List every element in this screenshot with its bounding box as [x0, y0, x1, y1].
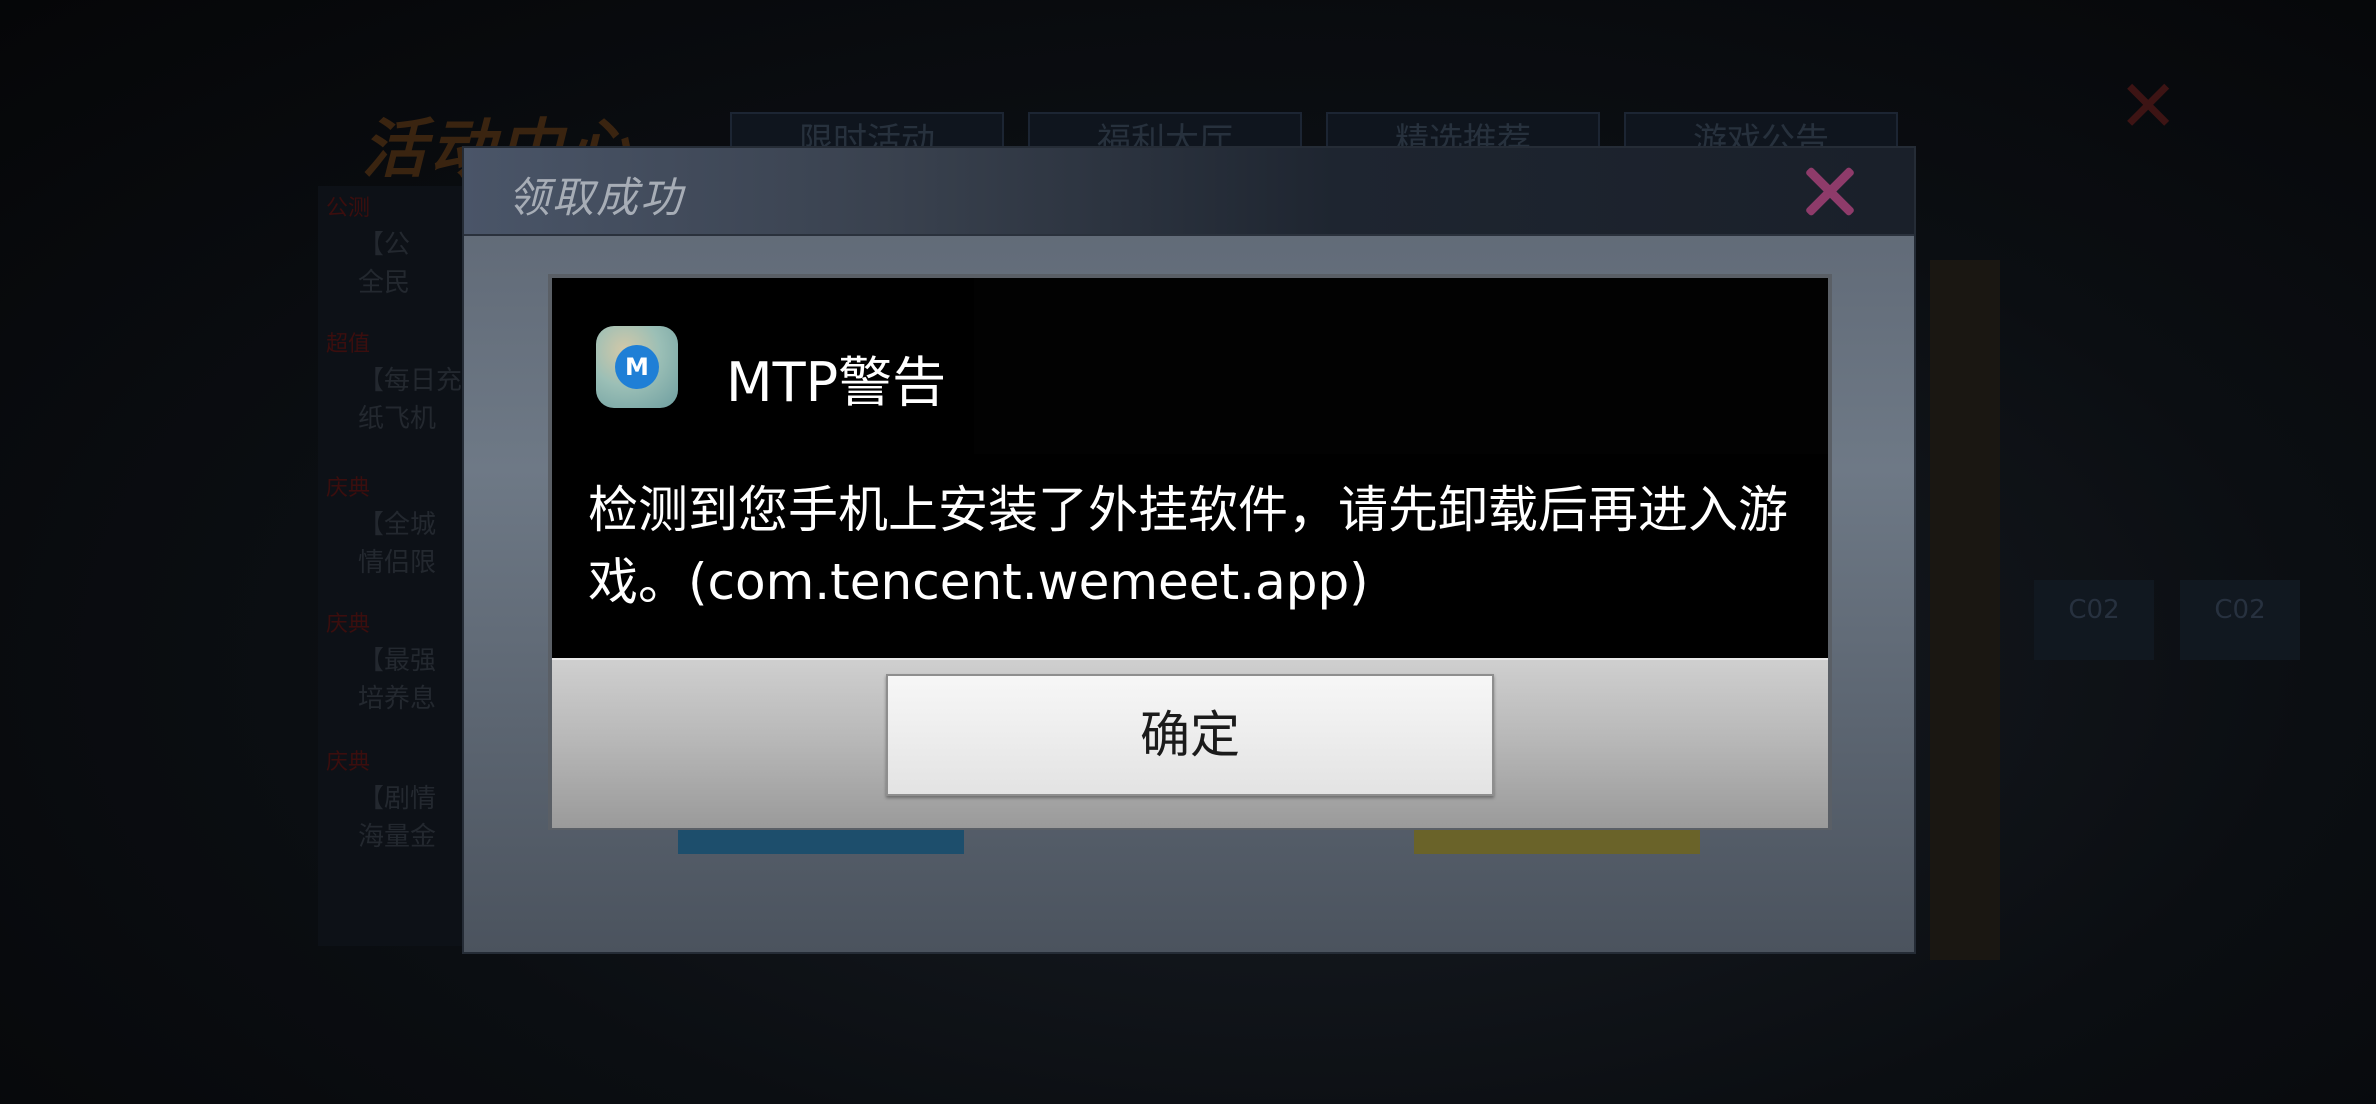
claim-success-header: 领取成功 [464, 148, 1914, 236]
mtp-warning-title: MTP警告 [726, 351, 947, 414]
mtp-warning-dialog: M MTP警告 检测到您手机上安装了外挂软件，请先卸载后再进入游戏。(com.t… [548, 274, 1832, 830]
activity-badge: 庆典 [326, 476, 371, 501]
mtp-warning-footer: 确定 [552, 658, 1828, 828]
activity-line: 培养息 [358, 684, 437, 714]
activity-line: 【全城 [358, 510, 437, 540]
activity-badge: 超值 [326, 332, 371, 357]
activity-line: 【每日充 [358, 366, 463, 396]
claim-success-title: 领取成功 [508, 173, 685, 222]
background-crate: C02 [2180, 580, 2300, 660]
mtp-warning-header: M MTP警告 [552, 278, 1828, 454]
mtp-logo-glyph: M [625, 353, 649, 381]
activity-line: 情侣限 [358, 548, 437, 578]
activity-badge: 庆典 [326, 750, 371, 775]
background-crate: C02 [2034, 580, 2154, 660]
mtp-logo-icon: M [615, 345, 659, 389]
background-close-icon: ✕ [2118, 64, 2179, 148]
mtp-header-fill [974, 278, 1828, 454]
activity-line: 全民 [358, 268, 411, 298]
activity-badge: 公测 [326, 196, 371, 221]
activity-line: 【公 [358, 230, 411, 260]
close-icon[interactable] [1794, 156, 1864, 226]
background-pillar [1930, 260, 2000, 960]
activity-line: 【剧情 [358, 784, 437, 814]
activity-badge: 庆典 [326, 612, 371, 637]
mtp-app-icon: M [596, 326, 678, 408]
mtp-warning-message: 检测到您手机上安装了外挂软件，请先卸载后再进入游戏。(com.tencent.w… [588, 481, 1788, 611]
activity-line: 海量金 [358, 822, 437, 852]
background-activity-list: 公测 【公 全民 超值 【每日充 纸飞机 庆典 【全城 情侣限 庆典 【最强 培… [318, 186, 478, 946]
activity-line: 【最强 [358, 646, 437, 676]
activity-line: 纸飞机 [358, 404, 437, 434]
confirm-button[interactable]: 确定 [886, 674, 1494, 796]
